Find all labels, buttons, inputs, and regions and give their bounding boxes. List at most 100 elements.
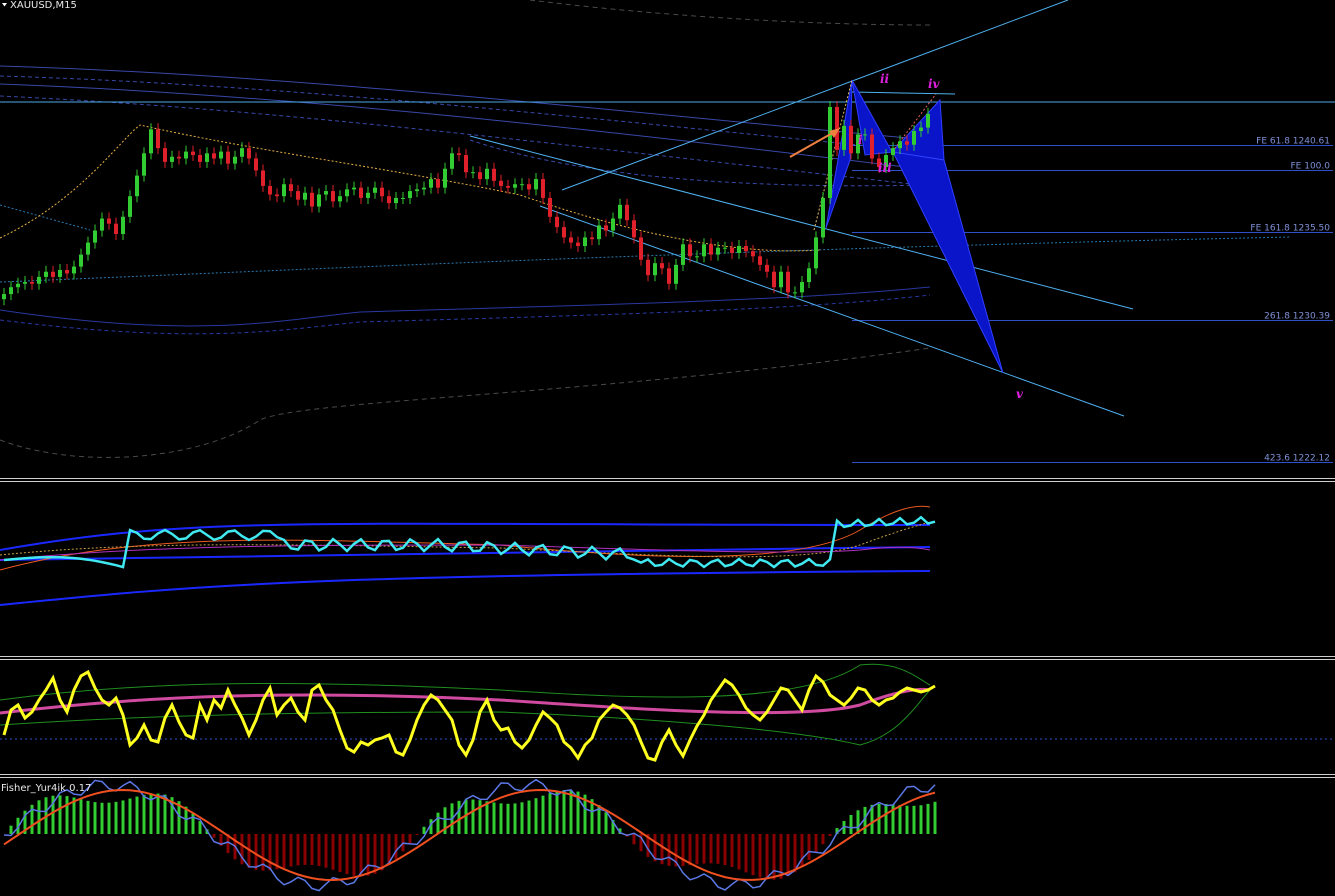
- candle-body[interactable]: [450, 153, 454, 169]
- candle-body[interactable]: [821, 197, 825, 238]
- candle-body[interactable]: [2, 294, 6, 300]
- candle-body[interactable]: [758, 256, 762, 265]
- candle-body[interactable]: [254, 158, 258, 171]
- candle-body[interactable]: [37, 276, 41, 284]
- candle-body[interactable]: [702, 244, 706, 257]
- candle-body[interactable]: [527, 184, 531, 190]
- candle-body[interactable]: [128, 196, 132, 217]
- candle-body[interactable]: [30, 282, 34, 284]
- candle-body[interactable]: [226, 151, 230, 164]
- candle-body[interactable]: [611, 218, 615, 231]
- candle-body[interactable]: [681, 244, 685, 265]
- candle-body[interactable]: [296, 191, 300, 200]
- candle-body[interactable]: [751, 251, 755, 257]
- candle-body[interactable]: [380, 187, 384, 197]
- candle-body[interactable]: [828, 106, 832, 198]
- candle-body[interactable]: [79, 254, 83, 267]
- candle-body[interactable]: [779, 271, 783, 288]
- candle-body[interactable]: [464, 155, 468, 173]
- candle-body[interactable]: [107, 218, 111, 224]
- candle-body[interactable]: [401, 197, 405, 199]
- candle-body[interactable]: [506, 185, 510, 188]
- candle-body[interactable]: [590, 237, 594, 240]
- candle-body[interactable]: [275, 194, 279, 197]
- candle-body[interactable]: [233, 156, 237, 164]
- candle-body[interactable]: [807, 268, 811, 283]
- candle-body[interactable]: [919, 127, 923, 132]
- candle-body[interactable]: [373, 187, 377, 193]
- candle-body[interactable]: [723, 247, 727, 249]
- candle-body[interactable]: [478, 172, 482, 180]
- candle-body[interactable]: [492, 168, 496, 181]
- candle-body[interactable]: [352, 187, 356, 190]
- candle-body[interactable]: [709, 244, 713, 255]
- candle-body[interactable]: [737, 246, 741, 253]
- candle-body[interactable]: [338, 196, 342, 202]
- candle-body[interactable]: [429, 179, 433, 188]
- candle-body[interactable]: [156, 129, 160, 149]
- candle-body[interactable]: [660, 263, 664, 269]
- candle-body[interactable]: [618, 204, 622, 219]
- candle-body[interactable]: [499, 180, 503, 186]
- candle-body[interactable]: [317, 194, 321, 207]
- candle-body[interactable]: [72, 266, 76, 274]
- candle-body[interactable]: [786, 271, 790, 293]
- candle-body[interactable]: [793, 292, 797, 294]
- candle-body[interactable]: [366, 192, 370, 198]
- candle-body[interactable]: [247, 148, 251, 159]
- candle-body[interactable]: [926, 113, 930, 128]
- candle-body[interactable]: [632, 220, 636, 238]
- candle-body[interactable]: [870, 134, 874, 159]
- candle-body[interactable]: [891, 148, 895, 156]
- candle-body[interactable]: [65, 270, 69, 274]
- candle-body[interactable]: [9, 287, 13, 295]
- candle-body[interactable]: [114, 223, 118, 234]
- candle-body[interactable]: [814, 237, 818, 269]
- candle-body[interactable]: [597, 225, 601, 240]
- candle-body[interactable]: [576, 242, 580, 247]
- candle-body[interactable]: [842, 125, 846, 150]
- candle-body[interactable]: [121, 216, 125, 234]
- candle-body[interactable]: [730, 247, 734, 253]
- candle-body[interactable]: [44, 271, 48, 277]
- candle-body[interactable]: [149, 129, 153, 154]
- candle-body[interactable]: [471, 172, 475, 174]
- candle-body[interactable]: [457, 153, 461, 156]
- candle-body[interactable]: [212, 153, 216, 159]
- candle-body[interactable]: [422, 187, 426, 190]
- candle-body[interactable]: [863, 134, 867, 136]
- candle-body[interactable]: [331, 191, 335, 202]
- candle-body[interactable]: [513, 184, 517, 188]
- candle-body[interactable]: [744, 246, 748, 252]
- candle-body[interactable]: [555, 216, 559, 228]
- candle-body[interactable]: [548, 197, 552, 217]
- candle-body[interactable]: [534, 179, 538, 190]
- candle-body[interactable]: [562, 227, 566, 238]
- candle-body[interactable]: [163, 148, 167, 162]
- candle-body[interactable]: [674, 264, 678, 284]
- candle-body[interactable]: [240, 148, 244, 157]
- candle-body[interactable]: [324, 191, 328, 195]
- candle-body[interactable]: [303, 192, 307, 200]
- candle-body[interactable]: [170, 156, 174, 162]
- candle-body[interactable]: [100, 218, 104, 231]
- candle-body[interactable]: [282, 184, 286, 197]
- candle-body[interactable]: [93, 230, 97, 243]
- candle-body[interactable]: [667, 268, 671, 284]
- candle-body[interactable]: [135, 175, 139, 197]
- candle-body[interactable]: [604, 225, 608, 231]
- candle-body[interactable]: [800, 282, 804, 293]
- candle-body[interactable]: [345, 189, 349, 197]
- candle-body[interactable]: [772, 271, 776, 288]
- candle-body[interactable]: [387, 196, 391, 204]
- candle-body[interactable]: [898, 141, 902, 149]
- candle-body[interactable]: [520, 184, 524, 186]
- candle-body[interactable]: [541, 179, 545, 198]
- candle-body[interactable]: [191, 151, 195, 156]
- candle-body[interactable]: [646, 259, 650, 276]
- candle-body[interactable]: [16, 283, 20, 288]
- candle-body[interactable]: [716, 247, 720, 255]
- candle-body[interactable]: [485, 168, 489, 180]
- candle-body[interactable]: [695, 256, 699, 258]
- candle-body[interactable]: [184, 151, 188, 159]
